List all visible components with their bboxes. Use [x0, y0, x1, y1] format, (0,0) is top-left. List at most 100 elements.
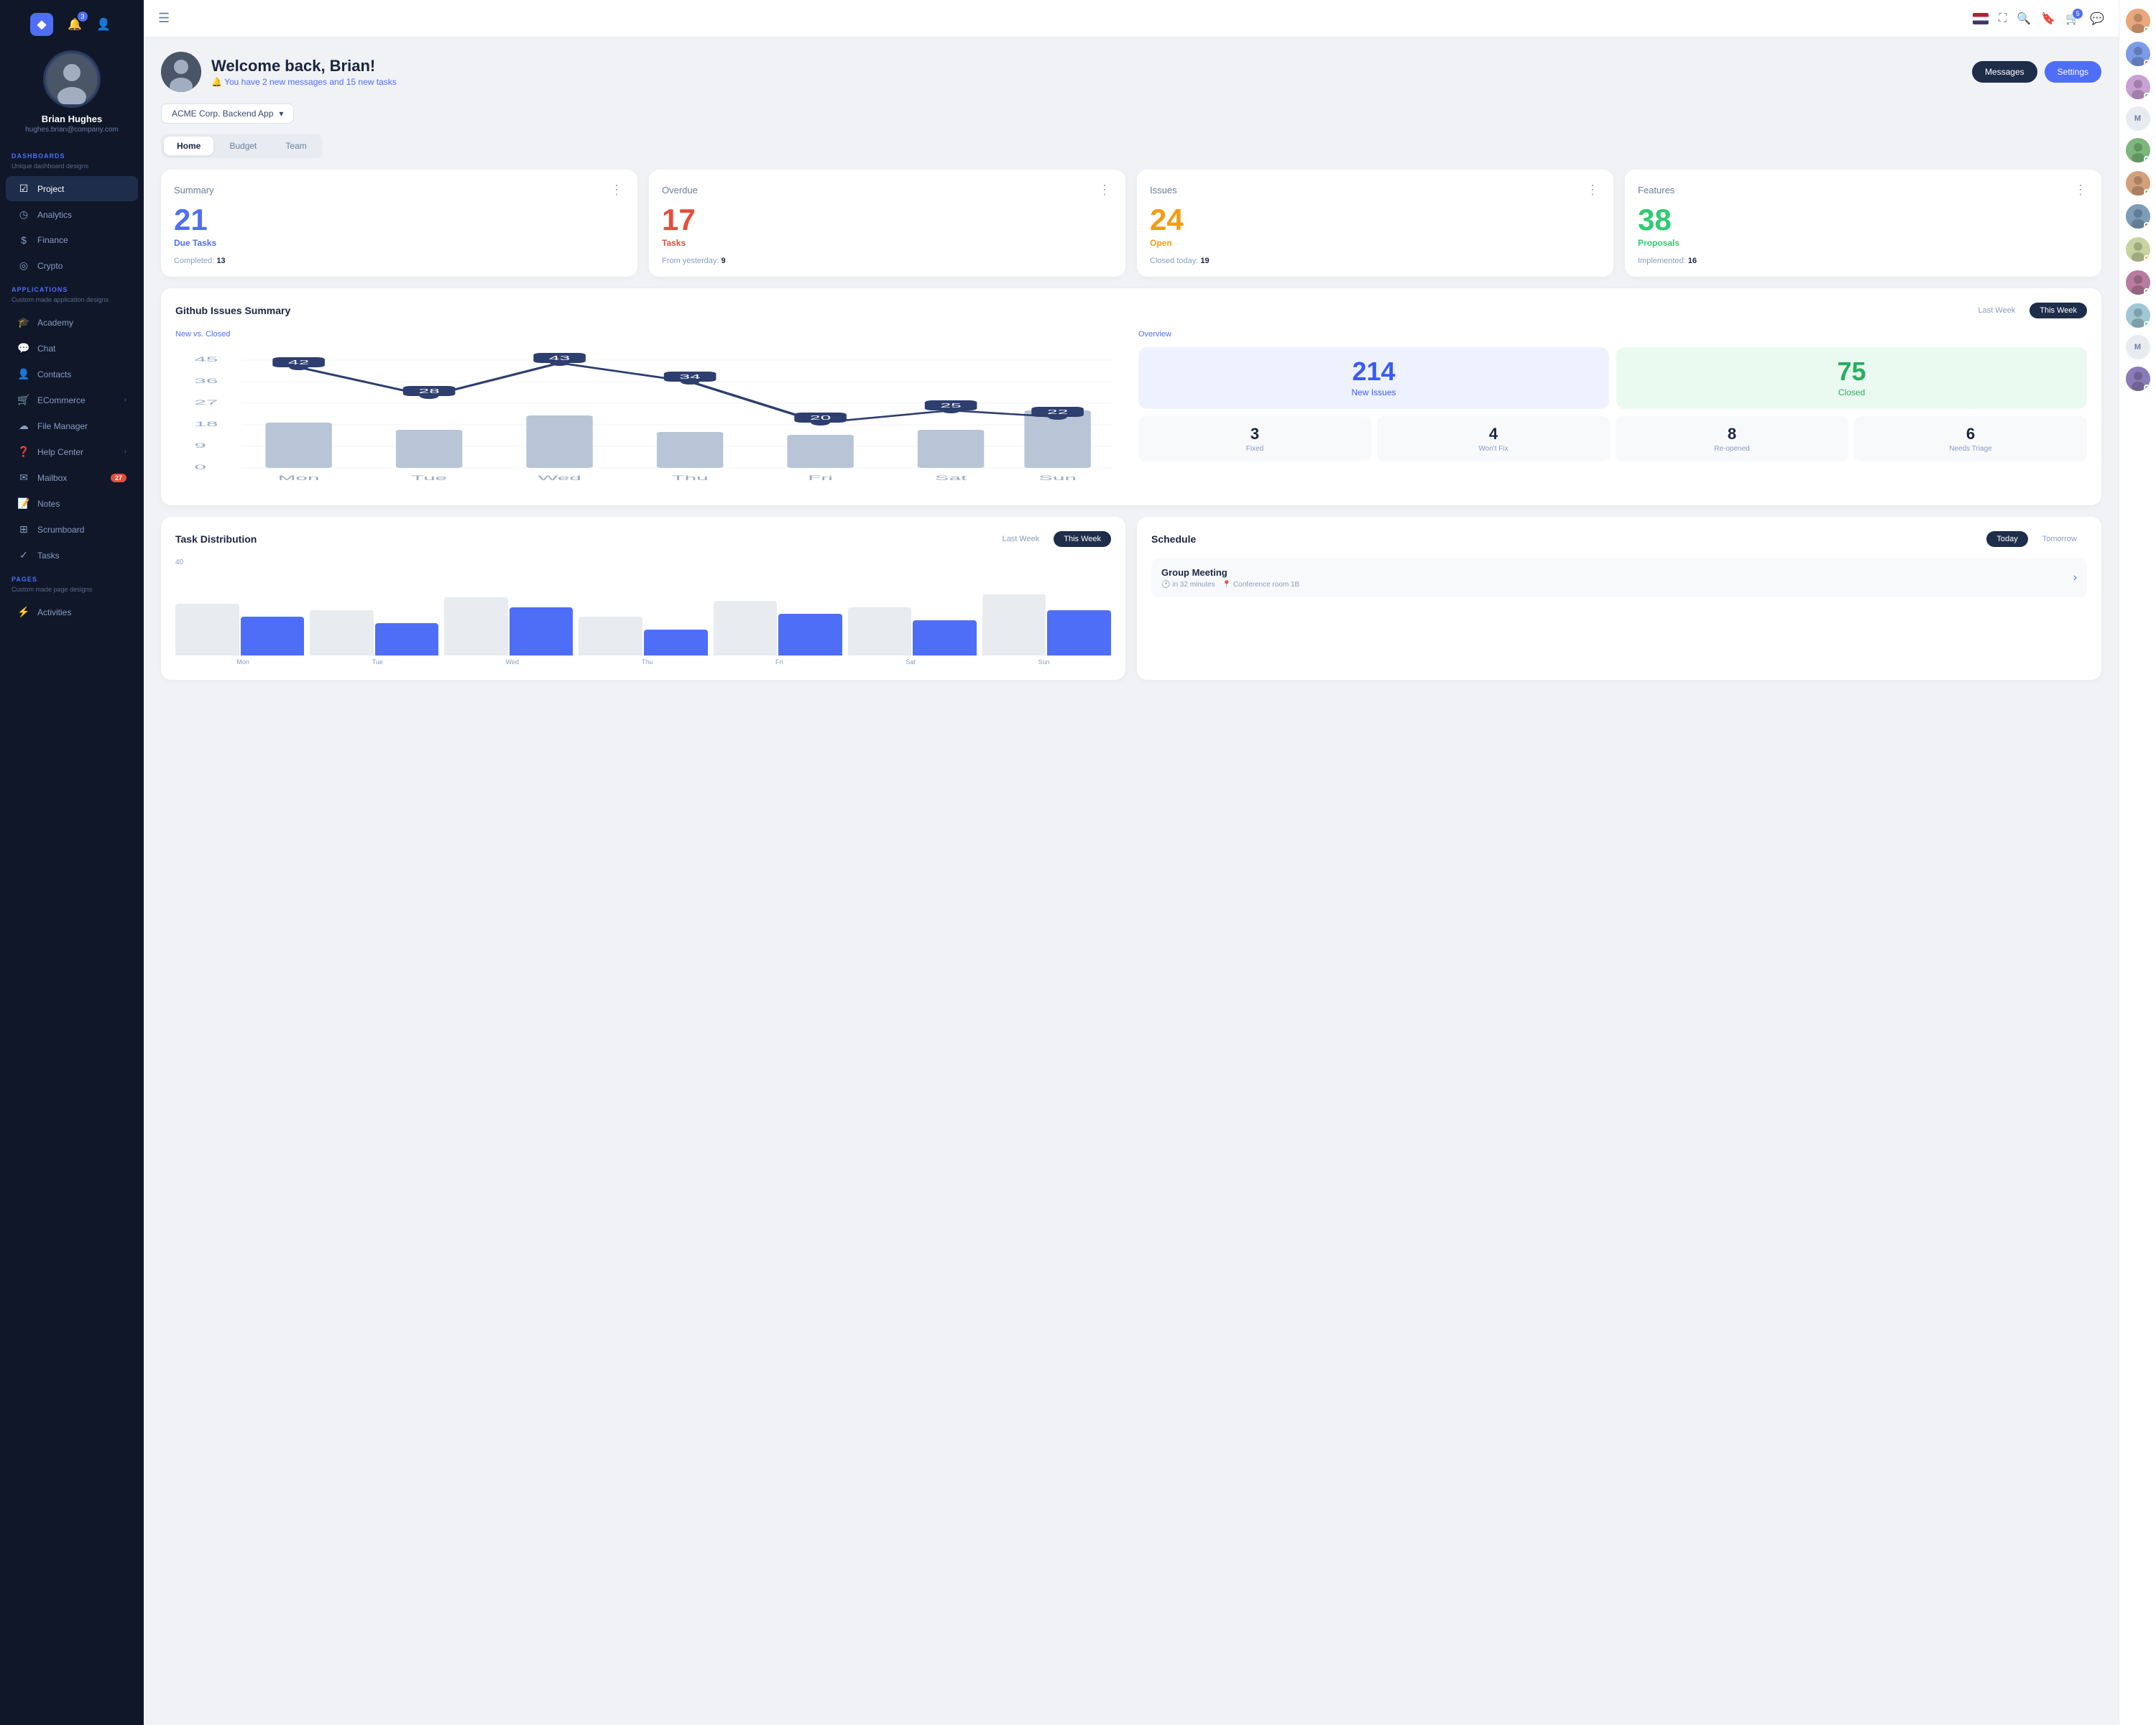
project-selector[interactable]: ACME Corp. Backend App ▾: [161, 104, 294, 124]
bar-group: [848, 607, 977, 656]
search-icon[interactable]: 🔍: [2017, 12, 2031, 26]
this-week-button[interactable]: This Week: [2030, 303, 2087, 318]
sidebar-item-crypto[interactable]: ◎ Crypto: [6, 253, 138, 278]
today-button[interactable]: Today: [1986, 531, 2027, 547]
svg-text:45: 45: [194, 356, 218, 363]
more-options-icon[interactable]: ⋮: [2074, 183, 2088, 198]
online-status-dot: [2144, 156, 2150, 162]
stat-secondary-value: 19: [1200, 257, 1209, 265]
avatar[interactable]: [2126, 303, 2150, 328]
svg-text:22: 22: [1047, 409, 1068, 415]
sidebar-item-ecommerce[interactable]: 🛒 ECommerce ›: [6, 387, 138, 413]
task-x-labels: MonTueWedThuFriSatSun: [175, 658, 1111, 666]
sidebar-section-label: APPLICATIONS: [0, 279, 144, 296]
svg-text:Sun: Sun: [1038, 474, 1077, 482]
sidebar-item-scrumboard[interactable]: ⊞ Scrumboard: [6, 517, 138, 542]
hamburger-menu-icon[interactable]: ☰: [158, 11, 170, 26]
right-sidebar-avatar[interactable]: [2126, 73, 2150, 101]
avatar[interactable]: [2126, 237, 2150, 262]
tab-budget[interactable]: Budget: [216, 137, 270, 155]
app-logo[interactable]: ◆: [30, 13, 53, 36]
avatar[interactable]: [2126, 367, 2150, 391]
tab-home[interactable]: Home: [164, 137, 213, 155]
chat-icon[interactable]: 💬: [2090, 12, 2104, 26]
notification-bell-icon[interactable]: 🔔 3: [65, 14, 85, 34]
right-sidebar-avatar[interactable]: [2126, 40, 2150, 68]
new-issues-number: 214: [1150, 359, 1598, 385]
sidebar-item-contacts[interactable]: 👤 Contacts: [6, 362, 138, 387]
task-last-week-button[interactable]: Last Week: [992, 531, 1049, 547]
schedule-arrow-icon[interactable]: ›: [2073, 571, 2077, 584]
shopping-cart-icon[interactable]: 🛒 5: [2065, 12, 2080, 26]
avatar[interactable]: [2126, 42, 2150, 66]
avatar[interactable]: [2126, 75, 2150, 99]
more-options-icon[interactable]: ⋮: [1586, 183, 1600, 198]
x-label: Tue: [372, 658, 383, 666]
avatar[interactable]: [2126, 138, 2150, 162]
svg-text:9: 9: [194, 442, 206, 449]
sidebar-item-activities[interactable]: ⚡ Activities: [6, 599, 138, 625]
user-circle-icon[interactable]: 👤: [93, 14, 114, 34]
stat-label: Due Tasks: [174, 238, 625, 248]
github-week-toggle: Last Week This Week: [1968, 303, 2087, 318]
right-sidebar-avatar[interactable]: [2126, 365, 2150, 392]
sidebar-item-academy[interactable]: 🎓 Academy: [6, 310, 138, 335]
avatar[interactable]: [2126, 270, 2150, 295]
svg-text:43: 43: [549, 355, 570, 362]
right-sidebar-avatar[interactable]: [2126, 236, 2150, 263]
language-flag-icon[interactable]: [1973, 13, 1989, 24]
stat-number: 24: [1150, 205, 1600, 235]
right-sidebar-avatar[interactable]: [2126, 302, 2150, 329]
task-this-week-button[interactable]: This Week: [1054, 531, 1111, 547]
sidebar-item-mailbox[interactable]: ✉ Mailbox 27: [6, 465, 138, 490]
bar-background: [982, 594, 1046, 656]
right-sidebar-avatar[interactable]: M: [2126, 335, 2150, 359]
fullscreen-icon[interactable]: ⛶: [1999, 12, 2007, 25]
sidebar-item-analytics[interactable]: ◷ Analytics: [6, 202, 138, 227]
tomorrow-button[interactable]: Tomorrow: [2032, 531, 2087, 547]
stat-secondary-value: 9: [722, 257, 726, 265]
avatar[interactable]: [2126, 171, 2150, 196]
bar-group: [982, 594, 1111, 656]
right-sidebar-avatar[interactable]: [2126, 269, 2150, 296]
svg-text:Thu: Thu: [672, 474, 709, 482]
right-sidebar-avatar[interactable]: [2126, 203, 2150, 230]
main-area: ☰ ⛶ 🔍 🔖 🛒 5 💬: [144, 0, 2119, 1725]
github-issues-section: Github Issues Summary Last Week This Wee…: [161, 288, 2101, 505]
bar-value: [375, 623, 439, 656]
avatar[interactable]: [2126, 9, 2150, 33]
more-options-icon[interactable]: ⋮: [1098, 183, 1112, 198]
mini-stat-re-opened: 8 Re-opened: [1616, 416, 1848, 461]
contacts-icon: 👤: [17, 368, 30, 380]
sidebar-item-notes[interactable]: 📝 Notes: [6, 491, 138, 516]
messages-button[interactable]: Messages: [1972, 61, 2037, 83]
right-sidebar-avatar[interactable]: [2126, 7, 2150, 34]
right-sidebar-avatar[interactable]: [2126, 170, 2150, 197]
svg-text:18: 18: [194, 420, 218, 428]
sidebar-item-filemanager[interactable]: ☁ File Manager: [6, 413, 138, 438]
stat-title: Features: [1638, 185, 1674, 196]
x-label: Sun: [1038, 658, 1050, 666]
right-sidebar-avatar[interactable]: M: [2126, 106, 2150, 131]
svg-text:27: 27: [194, 399, 218, 406]
more-options-icon[interactable]: ⋮: [610, 183, 625, 198]
header-left: ☰: [158, 11, 170, 26]
bar-background: [310, 610, 374, 656]
sidebar-item-project[interactable]: ☑ Project: [6, 176, 138, 201]
settings-button[interactable]: Settings: [2045, 61, 2101, 83]
avatar[interactable]: [2126, 204, 2150, 229]
right-sidebar-avatar[interactable]: [2126, 137, 2150, 164]
sidebar-section-sub: Custom made page designs: [0, 586, 144, 599]
svg-text:Tue: Tue: [411, 474, 447, 482]
sidebar-item-chat[interactable]: 💬 Chat: [6, 336, 138, 361]
bar-value: [1047, 610, 1111, 656]
tab-team[interactable]: Team: [272, 137, 319, 155]
bookmark-icon[interactable]: 🔖: [2041, 12, 2055, 26]
sidebar-item-helpcenter[interactable]: ❓ Help Center ›: [6, 439, 138, 464]
last-week-button[interactable]: Last Week: [1968, 303, 2025, 318]
sidebar-item-label: Tasks: [37, 551, 126, 561]
sidebar-item-finance[interactable]: $ Finance: [6, 228, 138, 252]
sidebar-item-tasks[interactable]: ✓ Tasks: [6, 543, 138, 568]
sidebar-section-label: DASHBOARDS: [0, 145, 144, 162]
welcome-text: Welcome back, Brian! 🔔 You have 2 new me…: [211, 57, 397, 87]
